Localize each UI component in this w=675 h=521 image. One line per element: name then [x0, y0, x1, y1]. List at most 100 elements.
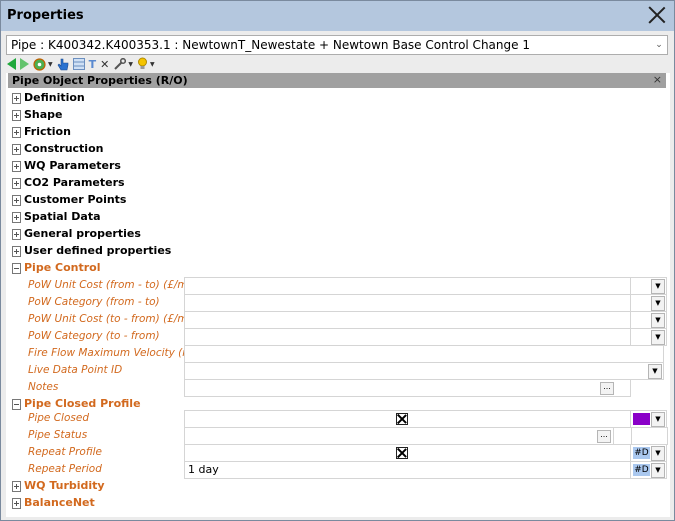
expand-icon[interactable] — [12, 110, 21, 121]
properties-window: Properties Pipe : K400342.K400353.1 : Ne… — [0, 0, 675, 521]
panel-title: Pipe Object Properties (R/O) — [12, 74, 188, 87]
wrench-dropdown-icon[interactable]: ▼ — [128, 61, 133, 68]
property-value[interactable] — [184, 410, 631, 428]
group-customer-points[interactable]: Customer Points — [6, 192, 670, 209]
chevron-down-icon[interactable]: ▼ — [651, 463, 665, 478]
property-value[interactable] — [184, 345, 664, 363]
property-label: Fire Flow Maximum Velocity (m/s) — [28, 347, 206, 359]
property-value[interactable]: ... — [184, 379, 617, 397]
ellipsis-button[interactable]: ... — [600, 382, 614, 395]
property-aux-cell[interactable]: ▼ — [631, 294, 667, 312]
repeat-profile-checkbox[interactable] — [396, 447, 408, 459]
object-selector-dropdown[interactable]: Pipe : K400342.K400353.1 : NewtownT_Newe… — [6, 35, 668, 55]
expand-icon[interactable] — [12, 161, 21, 172]
target-dropdown-icon[interactable]: ▼ — [48, 61, 53, 68]
property-label: Notes — [28, 381, 59, 393]
group-balancenet[interactable]: BalanceNet — [6, 495, 670, 512]
collapse-icon[interactable] — [12, 399, 21, 410]
group-shape[interactable]: Shape — [6, 107, 670, 124]
chevron-down-icon[interactable]: ▼ — [651, 313, 665, 328]
property-value[interactable]: ▼ — [184, 362, 664, 380]
group-construction[interactable]: Construction — [6, 141, 670, 158]
property-label: Pipe Status — [28, 429, 88, 441]
profile-swatch: MI — [633, 413, 650, 425]
property-row: Repeat Profile #D ▼ — [6, 444, 670, 462]
property-row: PoW Category (from - to) ▼ — [6, 294, 670, 312]
property-value[interactable] — [184, 294, 617, 312]
chevron-down-icon[interactable]: ⌄ — [654, 36, 664, 54]
lightbulb-dropdown-icon[interactable]: ▼ — [150, 61, 155, 68]
wrench-icon[interactable] — [113, 57, 127, 71]
expand-icon[interactable] — [12, 93, 21, 104]
property-label: Repeat Profile — [28, 446, 103, 458]
expand-icon[interactable] — [12, 144, 21, 155]
chevron-down-icon[interactable]: ▼ — [651, 279, 665, 294]
property-value[interactable] — [184, 444, 631, 462]
property-value[interactable]: 1 day — [184, 461, 631, 479]
chevron-down-icon[interactable]: ▼ — [651, 412, 665, 427]
property-row: PoW Unit Cost (from - to) (£/m3) ▼ — [6, 277, 670, 295]
property-row: PoW Unit Cost (to - from) (£/m3) ▼ — [6, 311, 670, 329]
group-pipe-control[interactable]: Pipe Control — [6, 260, 670, 277]
collapse-icon[interactable] — [12, 263, 21, 274]
group-wq-turbidity[interactable]: WQ Turbidity — [6, 478, 670, 495]
property-value[interactable]: ... — [184, 427, 614, 445]
group-friction[interactable]: Friction — [6, 124, 670, 141]
panel-close-icon[interactable]: × — [653, 73, 662, 86]
property-row: Live Data Point ID ▼ — [6, 362, 670, 380]
property-value[interactable] — [184, 328, 617, 346]
group-general-properties[interactable]: General properties — [6, 226, 670, 243]
property-aux-cell — [616, 379, 631, 397]
pointer-hand-icon[interactable] — [57, 57, 69, 71]
property-row: Pipe Closed MI ▼ — [6, 410, 670, 428]
close-icon[interactable] — [646, 4, 668, 26]
grid-icon[interactable] — [72, 57, 85, 71]
property-aux-cell — [616, 328, 631, 346]
property-aux-cell[interactable]: ▼ — [631, 311, 667, 329]
group-definition[interactable]: Definition — [6, 90, 670, 107]
group-wq-parameters[interactable]: WQ Parameters — [6, 158, 670, 175]
ellipsis-button[interactable]: ... — [597, 430, 611, 443]
expand-icon[interactable] — [12, 127, 21, 138]
expand-icon[interactable] — [12, 229, 21, 240]
profile-cell[interactable]: MI ▼ — [631, 410, 667, 428]
group-co2-parameters[interactable]: CO2 Parameters — [6, 175, 670, 192]
delete-cross-icon[interactable]: ✕ — [100, 57, 109, 71]
lightbulb-icon[interactable] — [137, 57, 148, 71]
pipe-closed-checkbox[interactable] — [396, 413, 408, 425]
back-arrow-icon[interactable] — [7, 57, 16, 71]
property-label: PoW Unit Cost (from - to) (£/m3) — [28, 279, 199, 291]
property-row: Repeat Period 1 day #D ▼ — [6, 461, 670, 479]
forward-arrow-icon[interactable] — [20, 57, 29, 71]
profile-cell[interactable]: #D ▼ — [631, 461, 667, 479]
chevron-down-icon[interactable]: ▼ — [651, 330, 665, 345]
property-value[interactable] — [184, 277, 617, 295]
property-label: Repeat Period — [28, 463, 102, 475]
group-spatial-data[interactable]: Spatial Data — [6, 209, 670, 226]
target-icon[interactable] — [33, 57, 46, 71]
window-title: Properties — [7, 8, 84, 23]
title-bar: Properties — [1, 1, 674, 31]
property-label: PoW Category (from - to) — [28, 296, 160, 308]
property-grid: Pipe Object Properties (R/O) × Definitio… — [6, 73, 670, 517]
expand-icon[interactable] — [12, 246, 21, 257]
property-aux-cell[interactable]: ▼ — [631, 328, 667, 346]
property-aux-cell[interactable]: ▼ — [631, 277, 667, 295]
expand-icon[interactable] — [12, 498, 21, 509]
chevron-down-icon[interactable]: ▼ — [651, 446, 665, 461]
group-user-defined-properties[interactable]: User defined properties — [6, 243, 670, 260]
property-value[interactable] — [184, 311, 617, 329]
chevron-down-icon[interactable]: ▼ — [651, 296, 665, 311]
property-label: Pipe Closed — [28, 412, 89, 424]
property-row: PoW Category (to - from) ▼ — [6, 328, 670, 346]
profile-swatch: #D — [633, 447, 650, 459]
expand-icon[interactable] — [12, 178, 21, 189]
panel-header: Pipe Object Properties (R/O) × — [8, 73, 666, 88]
profile-cell[interactable]: #D ▼ — [631, 444, 667, 462]
expand-icon[interactable] — [12, 212, 21, 223]
text-icon[interactable]: T — [89, 57, 97, 71]
expand-icon[interactable] — [12, 481, 21, 492]
chevron-down-icon[interactable]: ▼ — [648, 364, 662, 379]
property-row: Pipe Status ... — [6, 427, 670, 445]
expand-icon[interactable] — [12, 195, 21, 206]
